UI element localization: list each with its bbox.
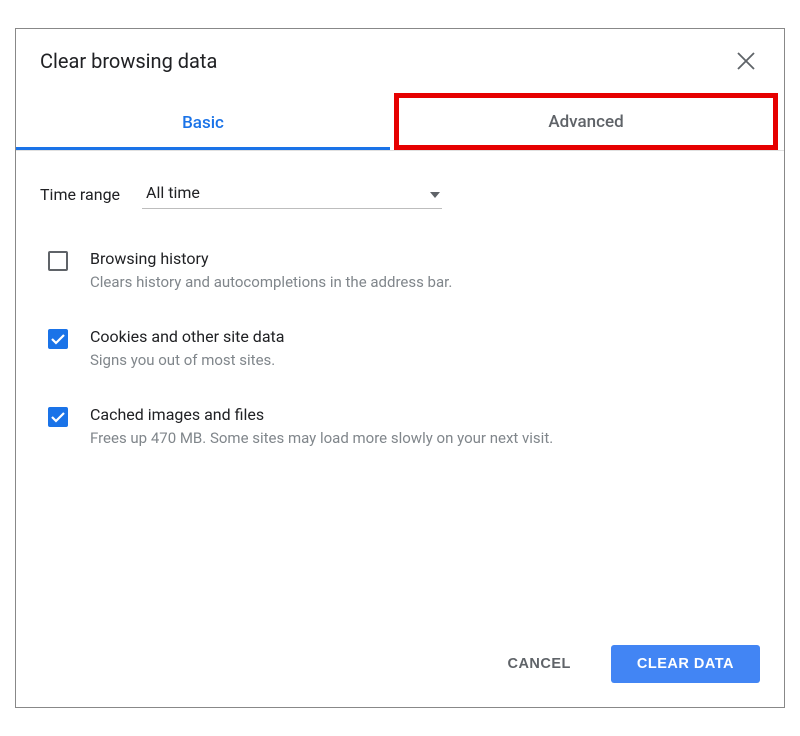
option-description: Signs you out of most sites. xyxy=(90,350,760,371)
clear-browsing-data-dialog: Clear browsing data Basic Advanced Time … xyxy=(15,28,785,708)
option-text: Cached images and files Frees up 470 MB.… xyxy=(90,405,760,449)
option-text: Browsing history Clears history and auto… xyxy=(90,249,760,293)
close-button[interactable] xyxy=(732,47,760,75)
checkbox-cookies[interactable] xyxy=(48,329,68,349)
option-title: Cookies and other site data xyxy=(90,327,760,346)
time-range-select[interactable]: All time xyxy=(142,179,442,209)
tab-basic[interactable]: Basic xyxy=(16,97,390,150)
option-text: Cookies and other site data Signs you ou… xyxy=(90,327,760,371)
option-title: Browsing history xyxy=(90,249,760,268)
option-cached: Cached images and files Frees up 470 MB.… xyxy=(40,405,760,449)
option-description: Clears history and autocompletions in th… xyxy=(90,272,760,293)
dialog-content: Time range All time Browsing history Cle… xyxy=(16,151,784,629)
clear-data-button[interactable]: CLEAR DATA xyxy=(611,645,760,683)
time-range-value: All time xyxy=(146,183,200,202)
tabs: Basic Advanced xyxy=(16,97,784,150)
checkbox-browsing-history[interactable] xyxy=(48,251,68,271)
option-title: Cached images and files xyxy=(90,405,760,424)
dialog-header: Clear browsing data xyxy=(16,29,784,85)
dialog-footer: CANCEL CLEAR DATA xyxy=(16,629,784,707)
tab-advanced[interactable]: Advanced xyxy=(394,93,778,150)
time-range-label: Time range xyxy=(40,185,120,204)
time-range-row: Time range All time xyxy=(40,179,760,209)
option-description: Frees up 470 MB. Some sites may load mor… xyxy=(90,428,760,449)
dialog-title: Clear browsing data xyxy=(40,49,217,73)
option-browsing-history: Browsing history Clears history and auto… xyxy=(40,249,760,293)
option-cookies: Cookies and other site data Signs you ou… xyxy=(40,327,760,371)
cancel-button[interactable]: CANCEL xyxy=(481,645,596,683)
close-icon xyxy=(737,52,755,70)
chevron-down-icon xyxy=(430,183,440,202)
checkbox-cached[interactable] xyxy=(48,407,68,427)
